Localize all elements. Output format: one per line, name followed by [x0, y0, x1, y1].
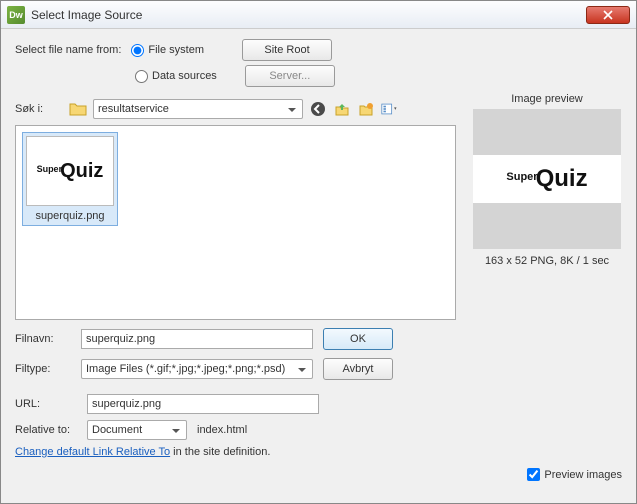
filetype-row: Filtype: Image Files (*.gif;*.jpg;*.jpeg… — [15, 358, 456, 380]
close-button[interactable] — [586, 6, 630, 24]
browser-toolbar — [309, 100, 399, 118]
server-button: Server... — [245, 65, 335, 87]
ok-button[interactable]: OK — [323, 328, 393, 350]
dialog-content: Select file name from: File system Site … — [1, 29, 636, 503]
url-row: URL: — [15, 394, 622, 414]
filename-input[interactable] — [81, 329, 313, 349]
thumbnail-filename: superquiz.png — [35, 210, 104, 222]
file-system-radio[interactable] — [131, 44, 144, 57]
back-icon[interactable] — [309, 100, 327, 118]
footer: Preview images — [15, 468, 622, 481]
file-thumbnail[interactable]: SuperQuiz superquiz.png — [22, 132, 118, 226]
file-list[interactable]: SuperQuiz superquiz.png — [15, 125, 456, 320]
cancel-button[interactable]: Avbryt — [323, 358, 393, 380]
preview-images-label: Preview images — [544, 469, 622, 481]
view-menu-icon[interactable] — [381, 100, 399, 118]
url-input[interactable] — [87, 394, 319, 414]
source-row-1: Select file name from: File system Site … — [15, 39, 622, 61]
relative-row: Relative to: Document index.html — [15, 420, 622, 440]
source-row-2: Data sources Server... — [15, 65, 622, 87]
main-area: Søk i: resultatservice SuperQuiz superqu… — [15, 93, 622, 380]
look-in-row: Søk i: resultatservice — [15, 99, 456, 119]
change-link-row: Change default Link Relative To in the s… — [15, 446, 622, 458]
close-icon — [603, 10, 613, 20]
new-folder-icon[interactable] — [357, 100, 375, 118]
filename-row: Filnavn: OK — [15, 328, 456, 350]
look-in-label: Søk i: — [15, 103, 63, 115]
thumbnail-image: SuperQuiz — [26, 136, 114, 206]
file-browser-column: Søk i: resultatservice SuperQuiz superqu… — [15, 93, 456, 380]
relative-file: index.html — [197, 424, 247, 436]
filetype-label: Filtype: — [15, 363, 71, 375]
window-title: Select Image Source — [31, 8, 586, 22]
preview-images-checkbox[interactable] — [527, 468, 540, 481]
relative-label: Relative to: — [15, 424, 77, 436]
filetype-combo[interactable]: Image Files (*.gif;*.jpg;*.jpeg;*.png;*.… — [81, 359, 313, 379]
relative-combo[interactable]: Document — [87, 420, 187, 440]
select-from-label: Select file name from: — [15, 44, 121, 56]
site-root-button[interactable]: Site Root — [242, 39, 332, 61]
data-sources-label: Data sources — [152, 70, 217, 82]
preview-image: SuperQuiz — [473, 155, 621, 203]
data-sources-radio[interactable] — [135, 70, 148, 83]
app-icon: Dw — [7, 6, 25, 24]
folder-combo[interactable]: resultatservice — [93, 99, 303, 119]
url-label: URL: — [15, 398, 77, 410]
file-system-label: File system — [148, 44, 204, 56]
preview-meta: 163 x 52 PNG, 8K / 1 sec — [485, 255, 609, 267]
up-folder-icon[interactable] — [333, 100, 351, 118]
preview-title: Image preview — [511, 93, 583, 105]
title-bar: Dw Select Image Source — [1, 1, 636, 29]
preview-box: SuperQuiz — [473, 109, 621, 249]
filename-label: Filnavn: — [15, 333, 71, 345]
folder-icon — [69, 101, 87, 117]
change-relative-link[interactable]: Change default Link Relative To — [15, 446, 170, 458]
preview-column: Image preview SuperQuiz 163 x 52 PNG, 8K… — [472, 93, 622, 380]
change-relative-suffix: in the site definition. — [170, 446, 270, 458]
